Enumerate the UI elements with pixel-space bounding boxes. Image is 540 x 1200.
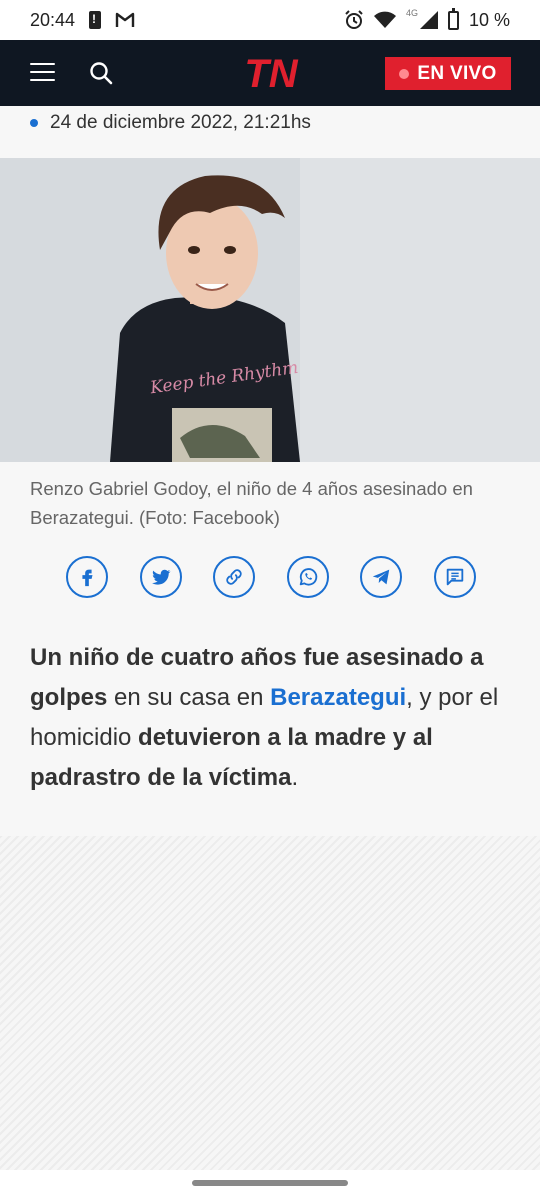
ad-placeholder (0, 836, 540, 1170)
share-twitter-button[interactable] (139, 556, 182, 598)
tn-logo[interactable]: TN (236, 54, 306, 92)
share-whatsapp-button[interactable] (286, 556, 329, 598)
status-bar: 20:44 4G 10 % (0, 0, 540, 40)
alarm-icon (345, 10, 363, 29)
status-left: 20:44 (30, 10, 135, 31)
alert-icon (89, 11, 102, 29)
live-button[interactable]: EN VIVO (385, 57, 511, 90)
battery-icon (447, 7, 459, 30)
live-label: EN VIVO (417, 62, 497, 84)
app-header: TN EN VIVO (0, 40, 540, 106)
status-time: 20:44 (30, 9, 76, 30)
signal-icon (419, 11, 438, 29)
comments-button[interactable] (433, 556, 476, 598)
system-nav-bar (0, 1170, 540, 1200)
photo-caption: Renzo Gabriel Godoy, el niño de 4 años a… (30, 478, 473, 528)
comments-icon (446, 568, 464, 586)
network-type-label: 4G (405, 8, 418, 18)
facebook-icon (82, 569, 93, 587)
article-date: 24 de diciembre 2022, 21:21hs (50, 112, 311, 133)
link-icon (226, 569, 242, 585)
search-icon[interactable] (88, 60, 114, 86)
twitter-icon (151, 569, 171, 585)
bullet-dot-icon (30, 119, 38, 127)
whatsapp-icon (299, 568, 318, 586)
berazategui-link[interactable]: Berazategui (270, 684, 406, 711)
wifi-icon (373, 11, 396, 28)
share-buttons (66, 556, 476, 598)
telegram-icon (373, 569, 390, 585)
article-lead: Un niño de cuatro años fue asesinado a g… (30, 638, 512, 798)
hamburger-menu-icon[interactable] (30, 63, 55, 81)
battery-level: 10 % (468, 9, 510, 30)
share-copy-link-button[interactable] (213, 556, 256, 598)
live-dot-icon (399, 68, 410, 79)
article-photo[interactable]: Keep the Rhythm (0, 158, 540, 462)
gmail-icon (115, 12, 135, 27)
article-date-row: 24 de diciembre 2022, 21:21hs (30, 112, 311, 134)
logo-text: TN (244, 54, 298, 92)
home-gesture-pill[interactable] (192, 1180, 348, 1186)
lead-text-3: . (291, 764, 299, 791)
share-facebook-button[interactable] (66, 556, 108, 598)
share-telegram-button[interactable] (360, 556, 403, 598)
article: 24 de diciembre 2022, 21:21hs Keep the R… (0, 106, 540, 836)
status-right: 4G 10 % (344, 7, 510, 31)
lead-text-1: en su casa en (107, 684, 271, 711)
